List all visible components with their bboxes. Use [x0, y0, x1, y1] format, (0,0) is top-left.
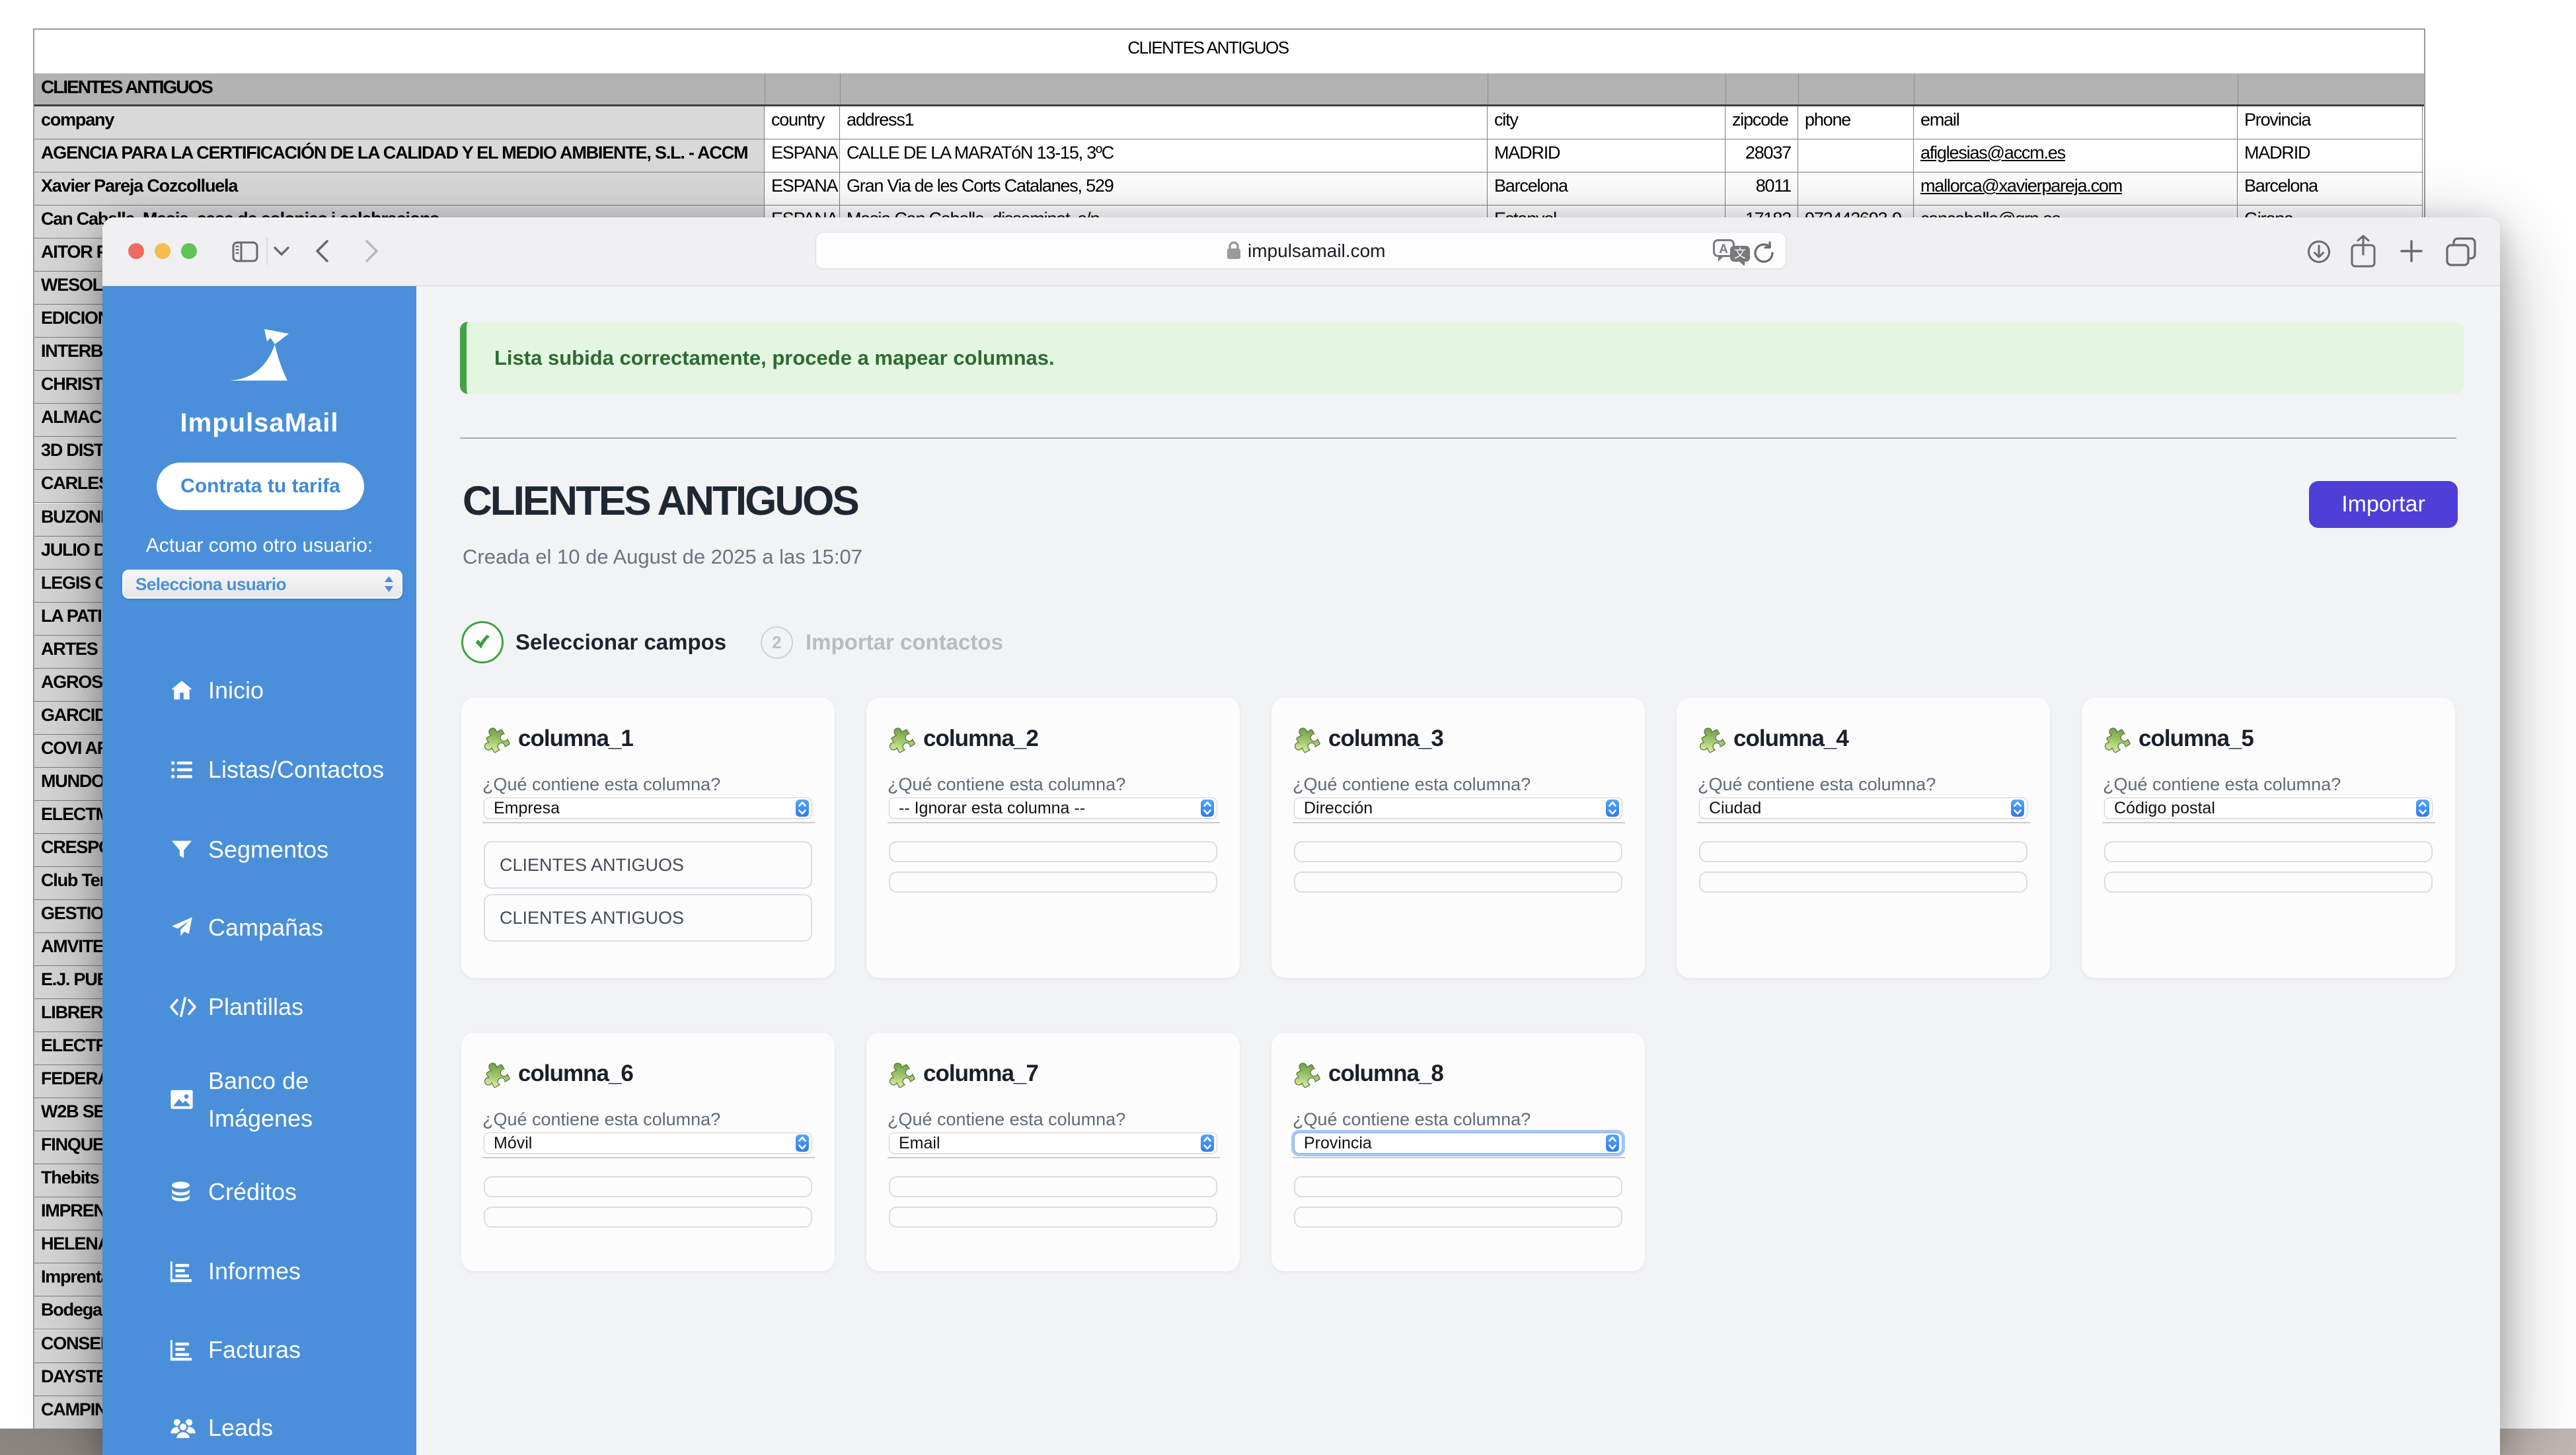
svg-text:A: A	[1719, 243, 1728, 256]
svg-text:文: 文	[1734, 247, 1746, 260]
